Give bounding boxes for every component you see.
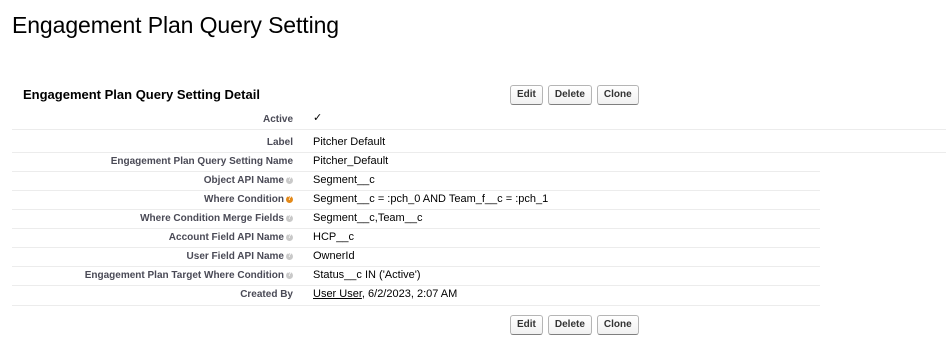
field-row-created-by: Created By User User, 6/2/2023, 2:07 AM — [12, 286, 820, 306]
field-label: User Field API Name — [186, 251, 284, 262]
help-icon[interactable]: ? — [286, 253, 293, 260]
field-label: Created By — [240, 289, 293, 300]
help-icon[interactable]: ? — [286, 215, 293, 222]
help-icon[interactable]: ? — [286, 177, 293, 184]
clone-button[interactable]: Clone — [596, 85, 639, 105]
field-label: Where Condition — [204, 194, 284, 205]
field-value: OwnerId — [313, 250, 355, 262]
field-value: Segment__c — [313, 174, 375, 186]
field-value: Pitcher_Default — [313, 155, 389, 167]
field-label: Engagement Plan Target Where Condition — [84, 270, 284, 281]
field-label: Engagement Plan Query Setting Name — [110, 156, 293, 167]
top-button-bar: Edit Delete Clone — [510, 85, 639, 105]
delete-button[interactable]: Delete — [547, 315, 592, 335]
field-value: Pitcher Default — [313, 136, 386, 148]
page-title: Engagement Plan Query Setting — [12, 12, 339, 38]
bottom-button-bar: Edit Delete Clone — [510, 315, 639, 335]
delete-button[interactable]: Delete — [547, 85, 592, 105]
field-row-active: Active ✓ — [12, 111, 946, 130]
help-icon[interactable]: ? — [286, 234, 293, 241]
help-icon-orange[interactable]: ? — [286, 196, 293, 203]
field-value: Segment__c = :pch_0 AND Team_f__c = :pch… — [313, 193, 549, 205]
field-label: Active — [262, 114, 293, 125]
field-label: Label — [266, 137, 293, 148]
field-row-label: Label Pitcher Default — [12, 134, 946, 153]
field-row-name: Engagement Plan Query Setting Name Pitch… — [12, 153, 820, 172]
edit-button[interactable]: Edit — [510, 315, 543, 335]
checkmark-icon: ✓ — [313, 112, 323, 124]
field-row-target-where: Engagement Plan Target Where Condition? … — [12, 267, 820, 286]
field-row-merge-fields: Where Condition Merge Fields? Segment__c… — [12, 210, 820, 229]
field-row-user-field: User Field API Name? OwnerId — [12, 248, 820, 267]
help-icon[interactable]: ? — [286, 272, 293, 279]
field-value: HCP__c — [313, 231, 354, 243]
field-row-account-field: Account Field API Name? HCP__c — [12, 229, 820, 248]
created-date: , 6/2/2023, 2:07 AM — [361, 288, 458, 300]
field-label: Account Field API Name — [168, 232, 284, 243]
field-value: Status__c IN ('Active') — [313, 269, 421, 281]
field-label: Object API Name — [203, 175, 284, 186]
field-label: Where Condition Merge Fields — [140, 213, 284, 224]
field-row-object-api: Object API Name? Segment__c — [12, 172, 820, 191]
created-by-user-link[interactable]: User User — [313, 288, 362, 300]
clone-button[interactable]: Clone — [596, 315, 639, 335]
field-row-where-condition: Where Condition? Segment__c = :pch_0 AND… — [12, 191, 820, 210]
section-title: Engagement Plan Query Setting Detail — [23, 87, 260, 102]
field-value: Segment__c,Team__c — [313, 212, 423, 224]
edit-button[interactable]: Edit — [510, 85, 543, 105]
